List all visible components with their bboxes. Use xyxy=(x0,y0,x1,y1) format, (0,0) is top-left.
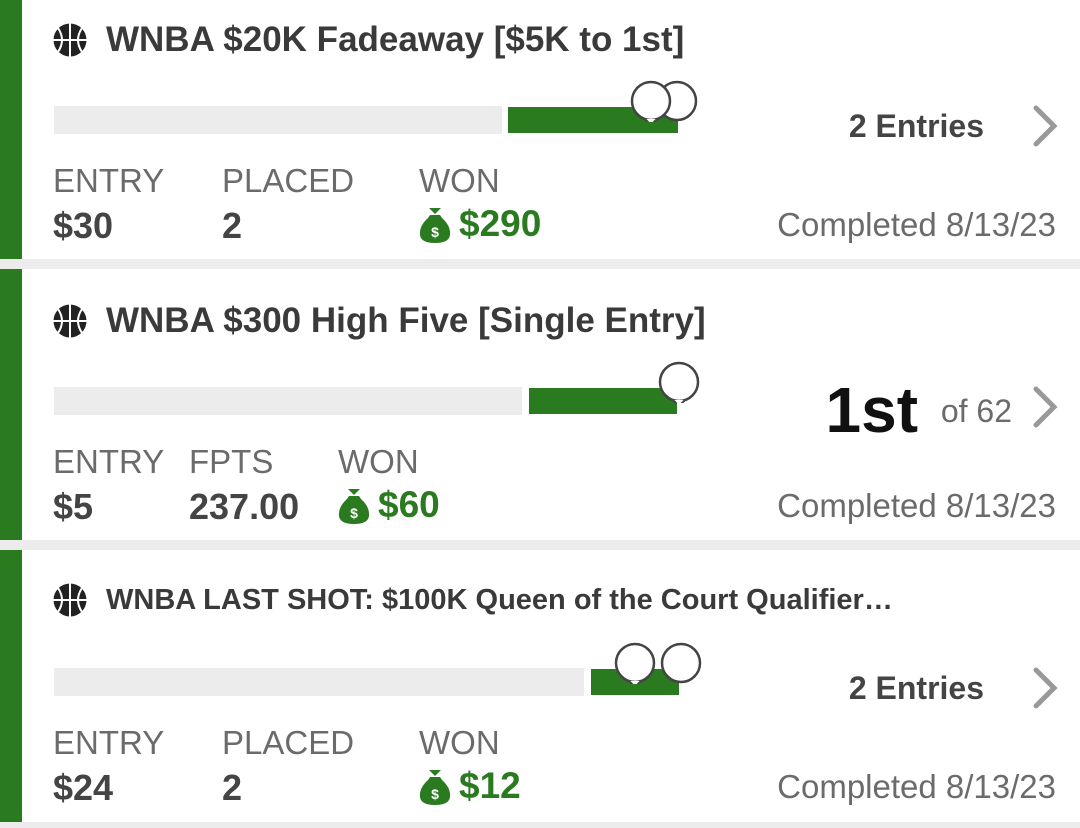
entry-value: $24 xyxy=(53,767,114,808)
entry-marker-icon xyxy=(614,642,656,684)
contest-title-row: WNBA $300 High Five [Single Entry] xyxy=(52,301,706,341)
entry-label: ENTRY xyxy=(53,443,165,480)
contest-card[interactable]: WNBA LAST SHOT: $100K Queen of the Court… xyxy=(0,550,1080,822)
won-value: $ $290 xyxy=(417,203,541,245)
won-label: WON xyxy=(338,443,419,480)
card-accent-bar xyxy=(0,269,22,540)
basketball-icon xyxy=(53,23,87,57)
contest-title: WNBA $300 High Five [Single Entry] xyxy=(106,301,706,340)
chevron-right-icon[interactable] xyxy=(1030,104,1060,148)
entry-value: $30 xyxy=(53,205,114,246)
placed-label: PLACED xyxy=(222,724,355,761)
entries-count: 2 Entries xyxy=(848,670,984,706)
completed-date: Completed 8/13/23 xyxy=(777,206,1056,243)
basketball-icon xyxy=(53,583,87,617)
contest-title: WNBA LAST SHOT: $100K Queen of the Court… xyxy=(106,583,893,616)
contest-title: WNBA $20K Fadeaway [$5K to 1st] xyxy=(106,20,685,59)
contest-card[interactable]: WNBA $300 High Five [Single Entry] 1st o… xyxy=(0,269,1080,540)
entries-count: 2 Entries xyxy=(848,108,984,144)
progress-fill xyxy=(529,388,677,414)
won-label: WON xyxy=(419,724,500,761)
progress-track xyxy=(54,106,502,134)
svg-text:$: $ xyxy=(431,786,439,802)
rank-of-total: of 62 xyxy=(940,393,1012,429)
won-value: $ $12 xyxy=(417,765,521,807)
card-accent-bar xyxy=(0,0,22,259)
won-amount: $290 xyxy=(459,203,542,244)
money-bag-icon: $ xyxy=(419,208,451,243)
completed-date: Completed 8/13/23 xyxy=(777,768,1056,805)
fpts-value: 237.00 xyxy=(189,486,300,527)
contest-title-row: WNBA $20K Fadeaway [$5K to 1st] xyxy=(52,20,684,60)
placed-label: PLACED xyxy=(222,162,355,199)
progress-track xyxy=(54,387,522,415)
chevron-right-icon[interactable] xyxy=(1030,385,1060,429)
entry-marker-icon xyxy=(630,80,672,122)
placed-value: 2 xyxy=(222,767,243,808)
won-amount: $60 xyxy=(378,484,440,525)
svg-text:$: $ xyxy=(350,505,358,521)
rank-value: 1st xyxy=(825,374,919,446)
entry-value: $5 xyxy=(53,486,94,527)
progress-track xyxy=(54,668,584,696)
won-value: $ $60 xyxy=(336,484,440,526)
money-bag-icon: $ xyxy=(419,770,451,805)
completed-date: Completed 8/13/23 xyxy=(777,487,1056,524)
entry-label: ENTRY xyxy=(53,724,165,761)
placed-value: 2 xyxy=(222,205,243,246)
won-amount: $12 xyxy=(459,765,521,806)
svg-text:$: $ xyxy=(431,224,439,240)
contest-card[interactable]: WNBA $20K Fadeaway [$5K to 1st] 2 Entrie… xyxy=(0,0,1080,259)
won-label: WON xyxy=(419,162,500,199)
fpts-label: FPTS xyxy=(189,443,274,480)
chevron-right-icon[interactable] xyxy=(1030,666,1060,710)
entry-label: ENTRY xyxy=(53,162,165,199)
card-accent-bar xyxy=(0,550,22,822)
money-bag-icon: $ xyxy=(338,489,370,524)
basketball-icon xyxy=(53,304,87,338)
entry-marker-icon xyxy=(658,361,700,403)
contest-title-row: WNBA LAST SHOT: $100K Queen of the Court… xyxy=(52,582,893,618)
entry-marker-icon xyxy=(660,642,702,684)
